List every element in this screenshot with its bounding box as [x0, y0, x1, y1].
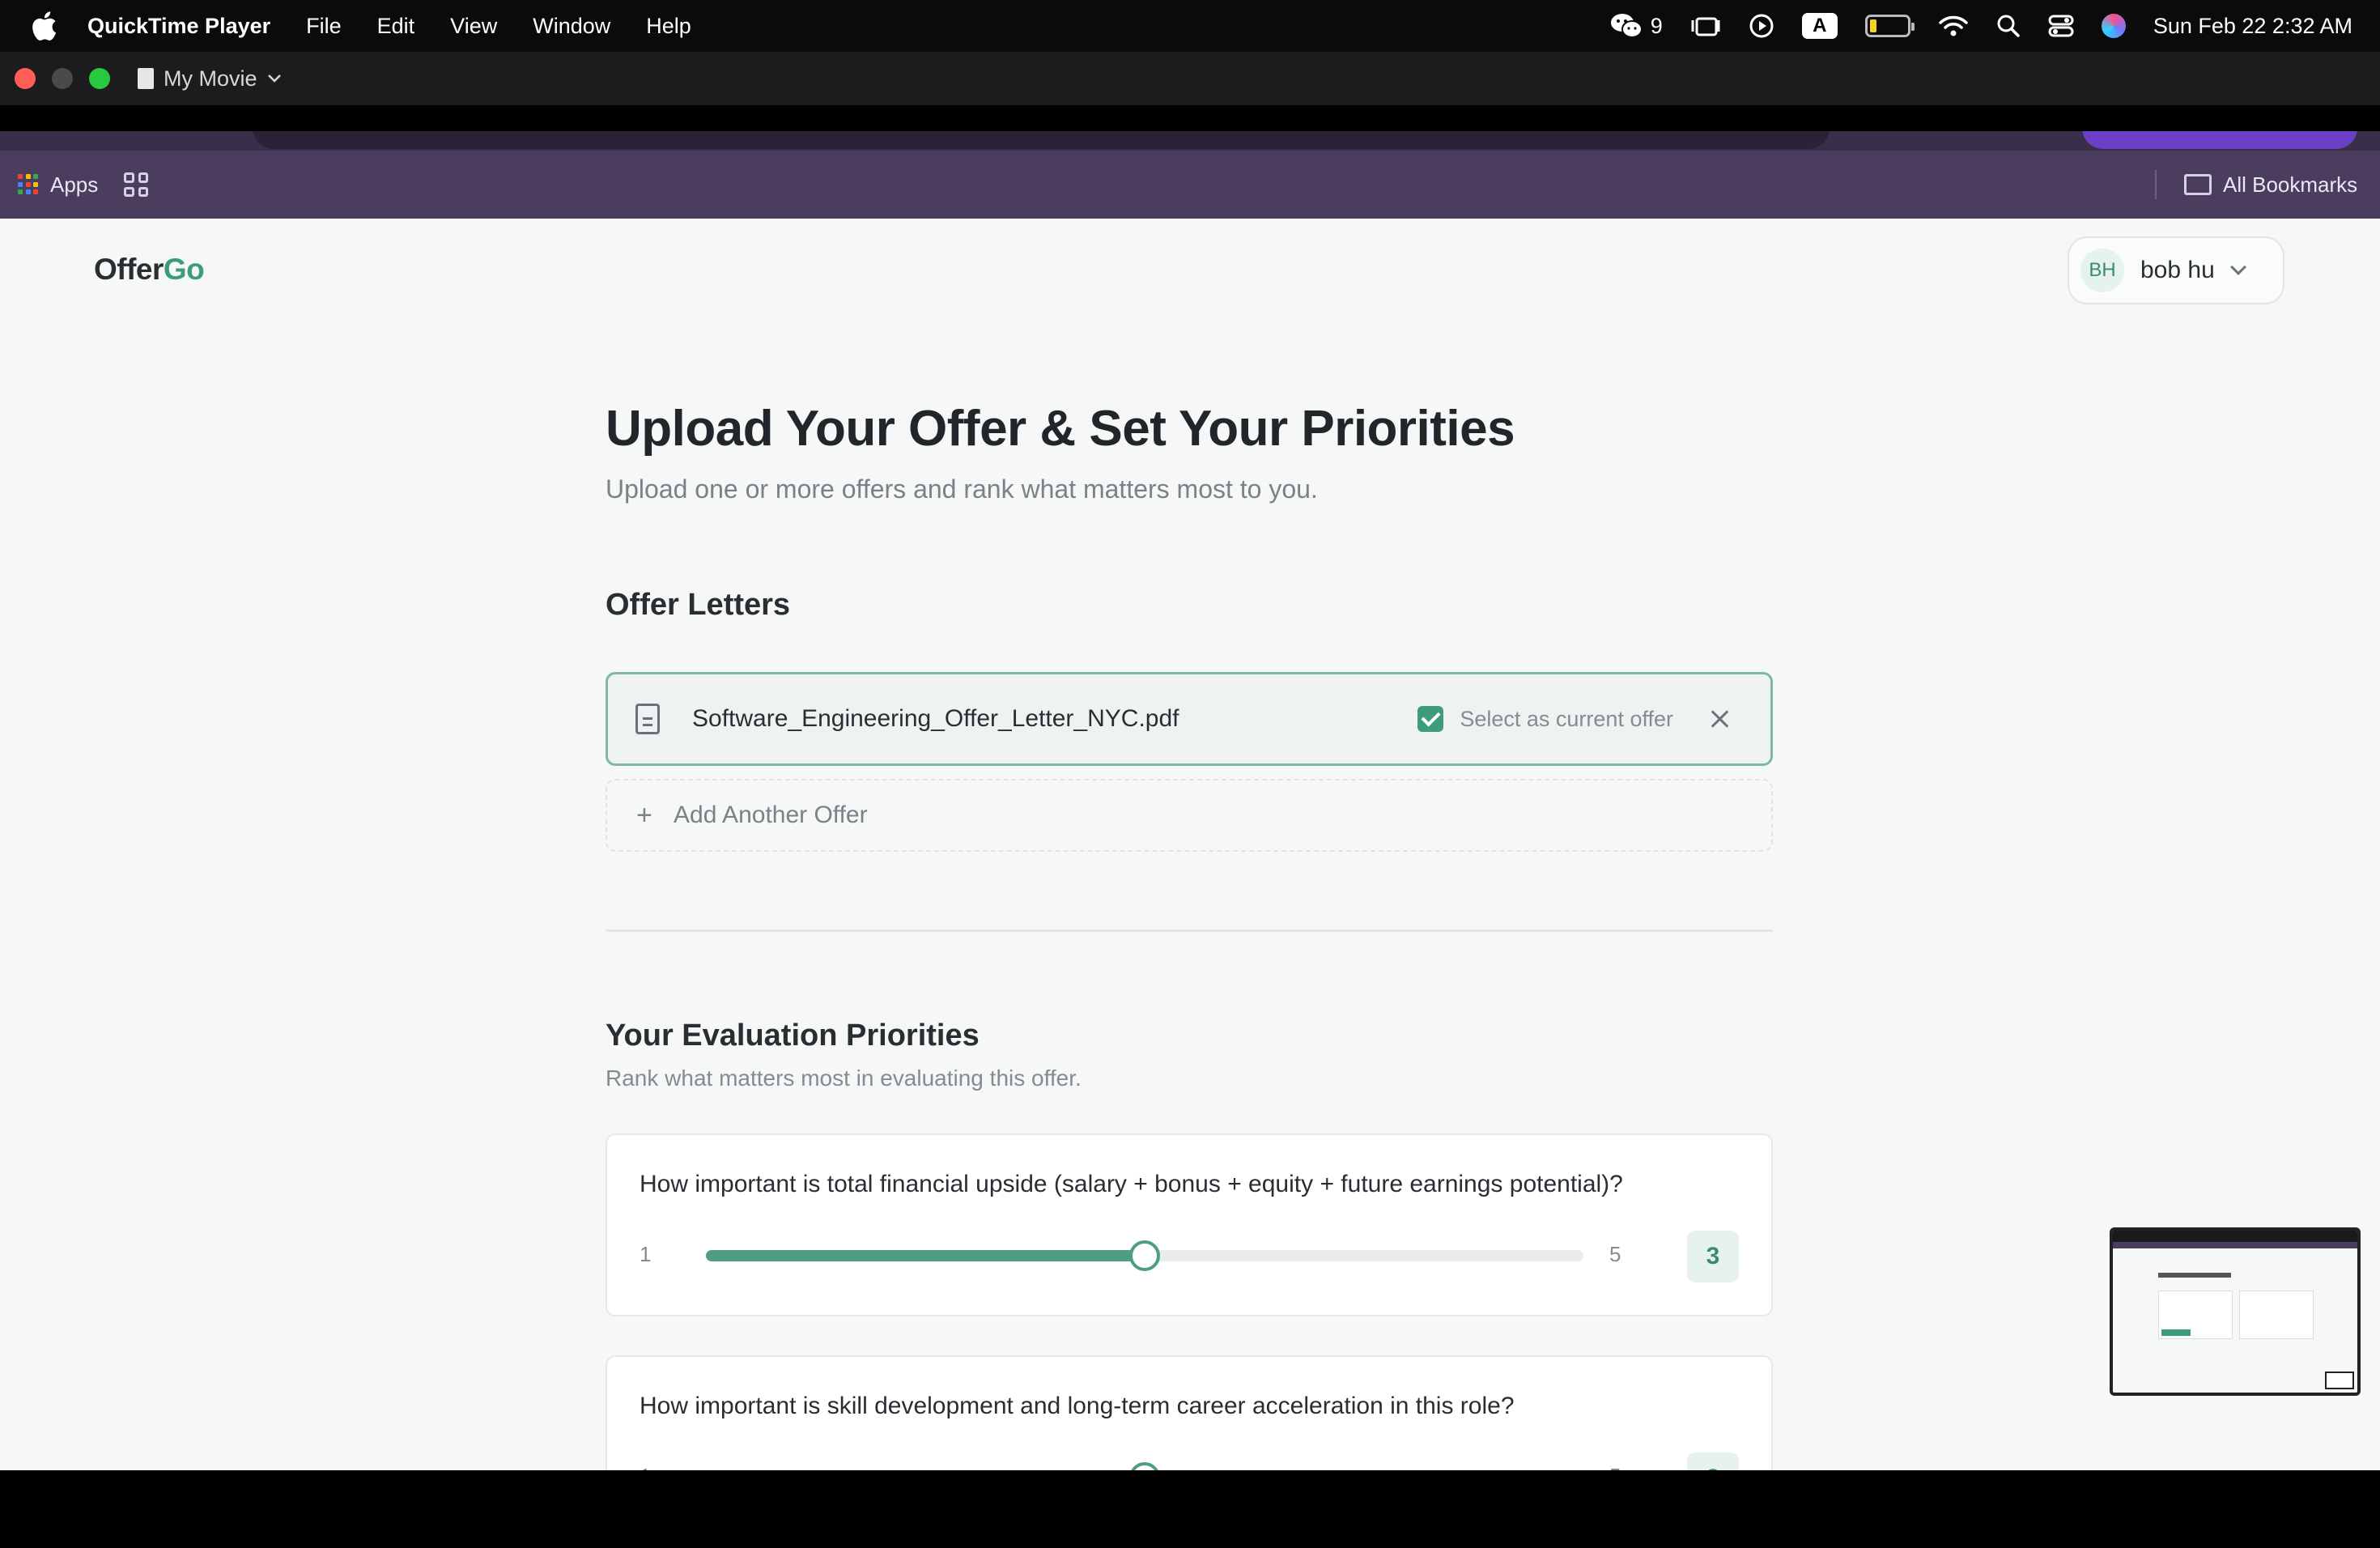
section-divider [606, 929, 1773, 932]
siri-icon[interactable] [2101, 14, 2126, 38]
current-offer-label[interactable]: Select as current offer [1460, 707, 1673, 732]
app-name-menu[interactable]: QuickTime Player [87, 14, 270, 39]
chevron-down-icon [267, 74, 281, 83]
logo-text-go: Go [163, 253, 205, 286]
page-title: Upload Your Offer & Set Your Priorities [606, 401, 1515, 457]
control-center-icon[interactable] [2048, 14, 2074, 38]
question-text: How important is total financial upside … [640, 1171, 1623, 1197]
page-subtitle: Upload one or more offers and rank what … [606, 474, 1318, 504]
remove-offer-close-icon[interactable] [1709, 708, 1732, 730]
macos-menu-bar: QuickTime Player File Edit View Window H… [0, 0, 2380, 52]
folder-icon [2184, 174, 2212, 195]
importance-slider[interactable] [706, 1240, 1583, 1271]
user-name: bob hu [2140, 257, 2215, 283]
window-close-button[interactable] [15, 68, 36, 89]
all-bookmarks-button[interactable]: All Bookmarks [2184, 151, 2357, 219]
video-letterbox-bottom [0, 1470, 2380, 1548]
slider-thumb[interactable] [1129, 1240, 1160, 1271]
current-offer-checkbox[interactable] [1417, 706, 1444, 732]
user-menu-button[interactable]: BH bob hu [2068, 236, 2284, 304]
document-title-menu[interactable]: My Movie [138, 66, 282, 91]
screen-recording-thumbnail[interactable] [2110, 1227, 2361, 1396]
quicktime-title-bar: My Movie [0, 52, 2380, 105]
bookmarks-separator [2155, 170, 2157, 199]
chevron-down-icon [2229, 259, 2246, 275]
logo-text-offer: Offer [94, 253, 164, 286]
apps-bookmark[interactable]: Apps [18, 172, 98, 198]
wifi-icon[interactable] [1938, 14, 1969, 38]
menu-view[interactable]: View [450, 14, 497, 39]
stage-manager-icon[interactable] [1690, 12, 1721, 40]
wechat-status-item[interactable]: 9 [1610, 12, 1663, 40]
apps-label: Apps [50, 172, 99, 197]
question-text: How important is skill development and l… [640, 1393, 1515, 1419]
apple-menu-icon[interactable] [31, 10, 58, 42]
add-another-offer-button[interactable]: + Add Another Offer [606, 779, 1773, 852]
apps-grid-icon [18, 174, 39, 195]
menu-edit[interactable]: Edit [377, 14, 415, 39]
slider-fill [706, 1250, 1145, 1261]
priorities-heading: Your Evaluation Priorities [606, 1019, 980, 1053]
offer-file-name: Software_Engineering_Offer_Letter_NYC.pd… [692, 705, 1179, 732]
bookmarks-bar: Apps All Bookmarks [0, 151, 2380, 219]
app-logo[interactable]: OfferGo [94, 253, 205, 287]
avatar: BH [2080, 249, 2124, 292]
window-minimize-button[interactable] [52, 68, 73, 89]
priorities-subtitle: Rank what matters most in evaluating thi… [606, 1065, 1082, 1091]
menu-window[interactable]: Window [533, 14, 610, 39]
window-zoom-button[interactable] [89, 68, 110, 89]
address-bar[interactable] [253, 131, 1830, 149]
slider-value-badge: 3 [1687, 1452, 1739, 1470]
wechat-count: 9 [1650, 13, 1663, 38]
browser-toolbar-cropped [0, 131, 2380, 151]
menu-help[interactable]: Help [646, 14, 691, 39]
scale-min-label: 1 [640, 1242, 652, 1266]
spotlight-search-icon[interactable] [1996, 14, 2021, 38]
web-page: OfferGo BH bob hu Upload Your Offer & Se… [0, 219, 2380, 1470]
slider-value-badge: 3 [1687, 1231, 1739, 1282]
menubar-clock[interactable]: Sun Feb 22 2:32 AM [2153, 14, 2352, 39]
scale-max-label: 5 [1609, 1242, 1621, 1266]
update-chrome-pill[interactable] [2082, 131, 2357, 149]
video-frame-icon [2325, 1372, 2354, 1389]
document-icon [635, 704, 660, 734]
document-icon [138, 68, 154, 89]
wechat-icon [1610, 14, 1643, 38]
plus-icon: + [636, 799, 652, 831]
offer-letters-heading: Offer Letters [606, 588, 791, 622]
menu-file[interactable]: File [306, 14, 342, 39]
document-title: My Movie [164, 66, 257, 91]
tab-groups-icon[interactable] [124, 172, 149, 197]
all-bookmarks-label: All Bookmarks [2223, 172, 2358, 197]
scale-min-label: 1 [640, 1464, 651, 1470]
video-letterbox-top [0, 105, 2380, 131]
priority-question-card: How important is skill development and l… [606, 1355, 1773, 1470]
slider-thumb[interactable] [1129, 1462, 1160, 1470]
input-source-icon[interactable]: A [1801, 13, 1838, 39]
scale-max-label: 5 [1609, 1464, 1621, 1470]
battery-icon[interactable] [1864, 15, 1915, 37]
play-circle-icon[interactable] [1749, 13, 1774, 39]
offer-file-card: Software_Engineering_Offer_Letter_NYC.pd… [606, 672, 1773, 766]
priority-question-card: How important is total financial upside … [606, 1133, 1773, 1316]
add-offer-label: Add Another Offer [674, 802, 868, 828]
